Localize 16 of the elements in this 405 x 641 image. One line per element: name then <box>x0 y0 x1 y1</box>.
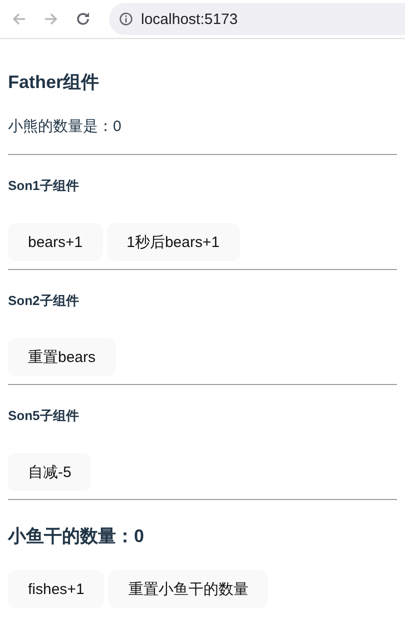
section-heading: Son2子组件 <box>8 292 80 310</box>
address-bar[interactable]: localhost:5173 <box>109 3 405 35</box>
action-button[interactable]: bears+1 <box>8 223 103 261</box>
action-button[interactable]: 重置小鱼干的数量 <box>108 570 268 608</box>
action-button[interactable]: fishes+1 <box>8 570 104 608</box>
info-icon[interactable] <box>119 12 133 26</box>
fish-count-heading: 小鱼干的数量：0 <box>8 525 146 548</box>
page-heading: Father组件 <box>8 71 100 94</box>
reload-icon[interactable] <box>75 11 91 27</box>
action-button[interactable]: 自减-5 <box>8 453 92 491</box>
section-heading: Son1子组件 <box>8 177 80 195</box>
action-button[interactable]: 1秒后bears+1 <box>106 223 240 261</box>
bears-count-text: 小熊的数量是：0 <box>8 117 122 137</box>
action-button[interactable]: 重置bears <box>8 338 116 376</box>
section-heading: Son5子组件 <box>8 407 80 425</box>
url-text: localhost:5173 <box>141 10 238 28</box>
